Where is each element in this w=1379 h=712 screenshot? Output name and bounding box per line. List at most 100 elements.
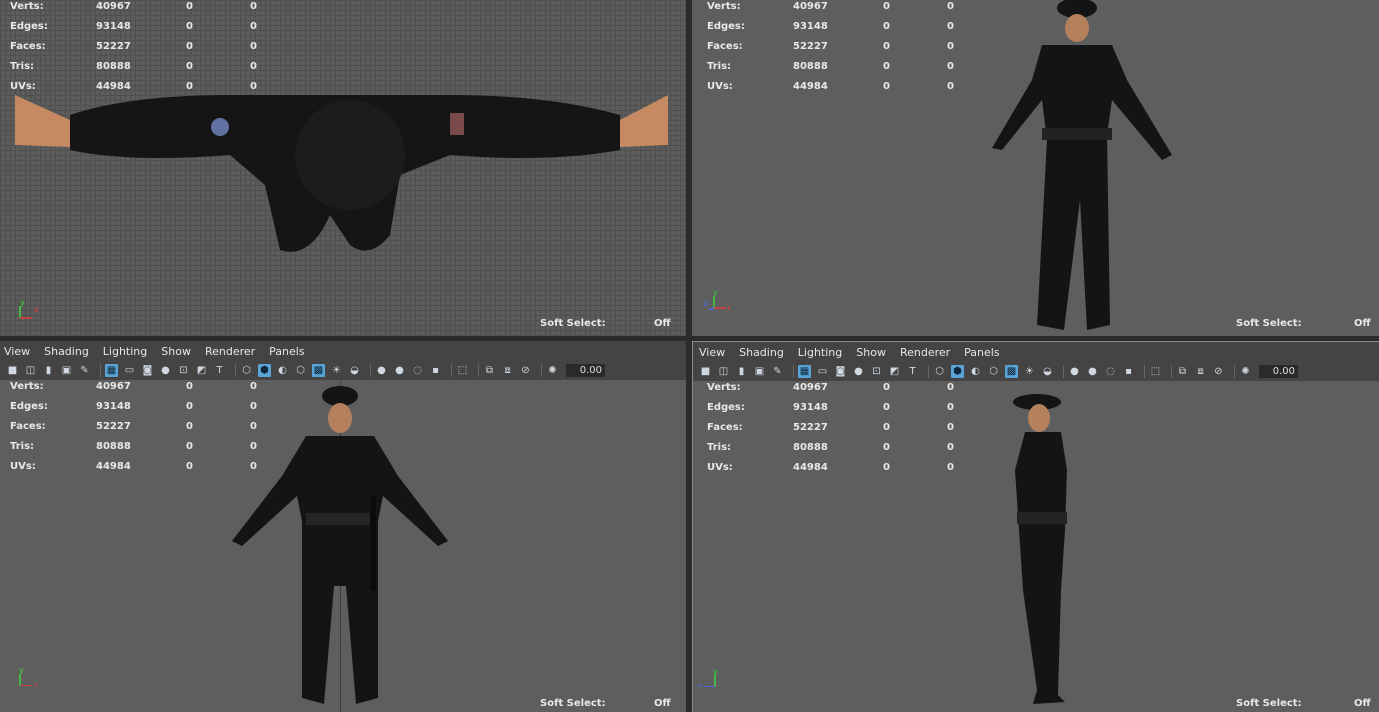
film-gate-icon[interactable]: ▭ [123,364,136,377]
character-model-side[interactable] [1003,390,1073,708]
menu-panels[interactable]: Panels [269,345,304,358]
safe-title-icon[interactable]: T [906,365,919,378]
xray-active-components-icon[interactable]: ⧈ [501,364,514,377]
soft-select-status: Soft Select: Off [1236,698,1371,709]
field-chart-icon[interactable]: ⊡ [177,364,190,377]
depth-of-field-icon[interactable]: ▪ [429,364,442,377]
xray-active-components-icon[interactable]: ⧈ [1194,365,1207,378]
xray-joints-icon[interactable]: ⊘ [1212,365,1225,378]
resolution-gate-icon[interactable]: ◙ [834,365,847,378]
textured-icon[interactable]: ▩ [312,364,325,377]
camera-icon[interactable]: ■ [6,364,19,377]
exposure-field[interactable]: 0.00 [1259,365,1298,378]
axis-indicator: y x [19,300,39,319]
lights-icon[interactable]: ☀ [330,364,343,377]
toolbar-separator [100,364,101,377]
viewport-top[interactable]: Verts: 40967 0 0 Edges: 93148 0 0 Faces: 52227 0… [0,0,686,336]
menu-show[interactable]: Show [856,346,886,359]
axis-indicator: y z [697,667,718,687]
soft-select-status: Soft Select: Off [540,318,671,329]
smooth-shade-icon[interactable]: ⬢ [258,364,271,377]
bookmark-icon[interactable]: ▮ [42,364,55,377]
soft-select-status: Soft Select: Off [540,698,671,709]
svg-text:x: x [34,681,39,686]
toolbar-separator [928,365,929,378]
lights-icon[interactable]: ☀ [1023,365,1036,378]
exposure-icon[interactable]: ✺ [1239,365,1252,378]
gate-mask-icon[interactable]: ● [852,365,865,378]
xray-icon[interactable]: ⧉ [1176,365,1189,378]
depth-of-field-icon[interactable]: ▪ [1122,365,1135,378]
viewport-side[interactable]: View Shading Lighting Show Renderer Pane… [692,341,1379,712]
wireframe-on-shaded-icon[interactable]: ⬡ [294,364,307,377]
anti-aliasing-icon[interactable]: ◌ [1104,365,1117,378]
screen-space-ao-icon[interactable]: ● [1068,365,1081,378]
toolbar-separator [478,364,479,377]
menu-lighting[interactable]: Lighting [103,345,147,358]
camera-icon[interactable]: ■ [699,365,712,378]
isolate-select-icon[interactable]: ⬚ [1149,365,1162,378]
character-model-front[interactable] [228,386,454,706]
xray-joints-icon[interactable]: ⊘ [519,364,532,377]
default-material-icon[interactable]: ◐ [969,365,982,378]
axis-indicator: y x z [704,290,730,310]
wireframe-icon[interactable]: ⬡ [240,364,253,377]
svg-text:x: x [727,303,730,310]
field-chart-icon[interactable]: ⊡ [870,365,883,378]
toolbar-separator [1234,365,1235,378]
anti-aliasing-icon[interactable]: ◌ [411,364,424,377]
soft-select-status: Soft Select: Off [1236,318,1371,329]
shadows-icon[interactable]: ◒ [1041,365,1054,378]
isolate-select-icon[interactable]: ⬚ [456,364,469,377]
image-plane-icon[interactable]: ▣ [60,364,73,377]
motion-blur-icon[interactable]: ● [393,364,406,377]
safe-action-icon[interactable]: ◩ [888,365,901,378]
film-gate-icon[interactable]: ▭ [816,365,829,378]
two-d-pan-icon[interactable]: ✎ [78,364,91,377]
wireframe-on-shaded-icon[interactable]: ⬡ [987,365,1000,378]
menu-view[interactable]: View [4,345,30,358]
grid-icon[interactable]: ▦ [798,365,811,378]
menu-renderer[interactable]: Renderer [900,346,950,359]
safe-action-icon[interactable]: ◩ [195,364,208,377]
wireframe-icon[interactable]: ⬡ [933,365,946,378]
exposure-field[interactable]: 0.00 [566,364,605,377]
smooth-shade-icon[interactable]: ⬢ [951,365,964,378]
shadows-icon[interactable]: ◒ [348,364,361,377]
svg-text:x: x [34,305,39,314]
menu-shading[interactable]: Shading [44,345,89,358]
screen-space-ao-icon[interactable]: ● [375,364,388,377]
svg-text:y: y [20,300,25,307]
menu-renderer[interactable]: Renderer [205,345,255,358]
menu-lighting[interactable]: Lighting [798,346,842,359]
svg-text:z: z [704,299,708,308]
camera-attributes-icon[interactable]: ◫ [24,364,37,377]
menu-view[interactable]: View [699,346,725,359]
viewport-persp[interactable]: Verts: 40967 0 0 Edges: 93148 0 0 Faces: 52227 0… [692,0,1379,336]
toolbar-separator [541,364,542,377]
axis-indicator: y x [19,666,39,686]
xray-icon[interactable]: ⧉ [483,364,496,377]
toolbar-separator [1171,365,1172,378]
menu-panels[interactable]: Panels [964,346,999,359]
camera-attributes-icon[interactable]: ◫ [717,365,730,378]
character-model-persp[interactable] [982,0,1202,335]
menu-show[interactable]: Show [161,345,191,358]
menu-shading[interactable]: Shading [739,346,784,359]
image-plane-icon[interactable]: ▣ [753,365,766,378]
svg-text:z: z [697,682,701,687]
grid-icon[interactable]: ▦ [105,364,118,377]
viewport-front[interactable]: View Shading Lighting Show Renderer Pane… [0,341,686,712]
toolbar-separator [451,364,452,377]
default-material-icon[interactable]: ◐ [276,364,289,377]
toolbar-separator [370,364,371,377]
gate-mask-icon[interactable]: ● [159,364,172,377]
exposure-icon[interactable]: ✺ [546,364,559,377]
textured-icon[interactable]: ▩ [1005,365,1018,378]
bookmark-icon[interactable]: ▮ [735,365,748,378]
safe-title-icon[interactable]: T [213,364,226,377]
resolution-gate-icon[interactable]: ◙ [141,364,154,377]
motion-blur-icon[interactable]: ● [1086,365,1099,378]
two-d-pan-icon[interactable]: ✎ [771,365,784,378]
character-model-top[interactable] [10,75,670,265]
